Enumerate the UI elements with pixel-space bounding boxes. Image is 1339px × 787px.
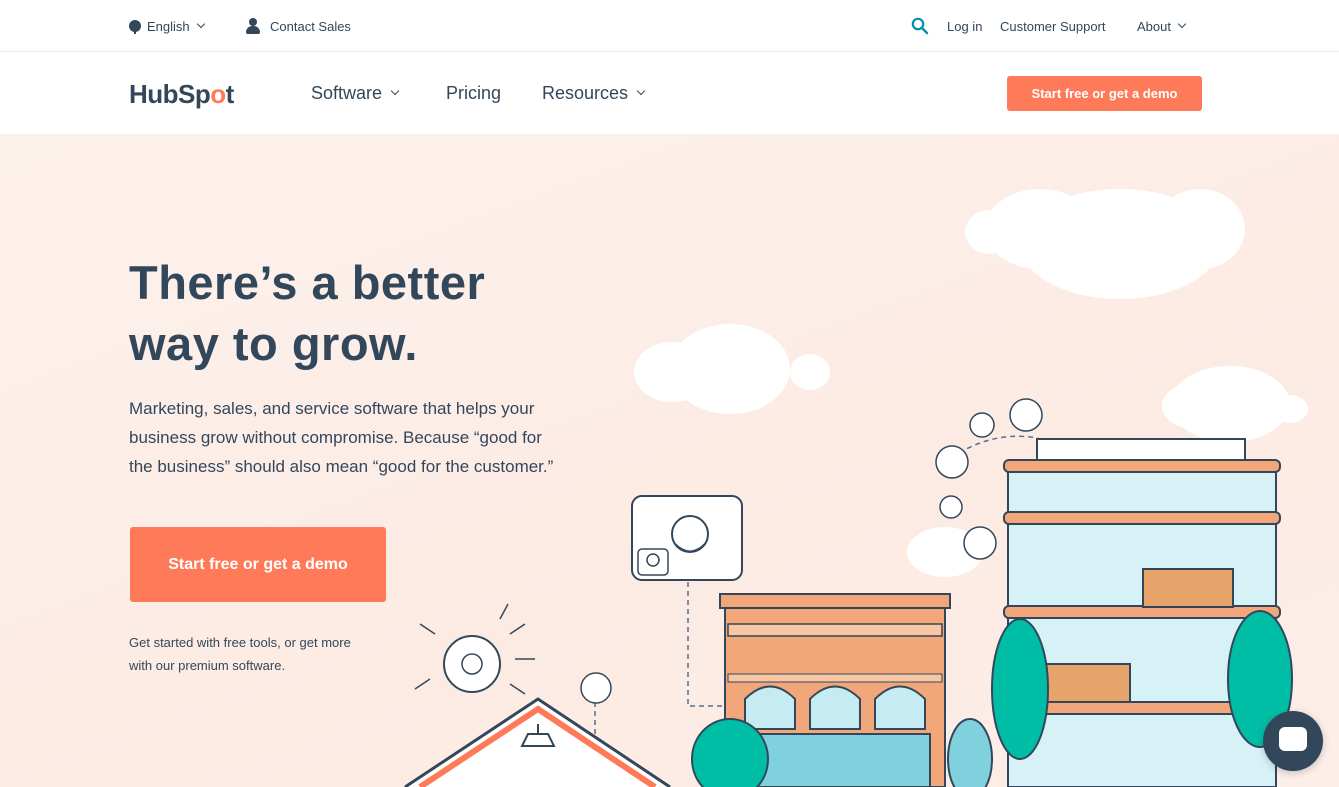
- hero-subtext: Get started with free tools, or get more…: [129, 635, 351, 673]
- chevron-down-icon: [390, 86, 400, 96]
- nav-start-free-button[interactable]: Start free or get a demo: [1007, 76, 1202, 111]
- chevron-down-icon: [636, 86, 646, 96]
- about-label: About: [1137, 18, 1171, 34]
- chat-icon: [1279, 727, 1307, 751]
- chat-launcher-button[interactable]: [1263, 711, 1323, 771]
- person-icon: [246, 18, 260, 34]
- about-menu[interactable]: About: [1137, 0, 1187, 52]
- nav-software[interactable]: Software: [311, 52, 400, 134]
- nav-resources[interactable]: Resources: [542, 52, 646, 134]
- logo-text-end: t: [225, 79, 235, 109]
- glass-tower: [1003, 438, 1281, 787]
- chevron-down-icon: [196, 19, 205, 29]
- contact-sales-link[interactable]: Contact Sales: [246, 0, 351, 52]
- logo-text-start: HubSp: [129, 79, 211, 109]
- hubspot-logo[interactable]: HubSpot: [129, 79, 234, 110]
- contact-sales-label: Contact Sales: [270, 18, 351, 34]
- nav-software-label: Software: [311, 82, 383, 103]
- video-call-card: [631, 495, 743, 581]
- hero-section: There’s a better way to grow. Marketing,…: [0, 134, 1339, 787]
- customer-support-link[interactable]: Customer Support: [1000, 0, 1106, 52]
- utility-bar: English Contact Sales Log in Customer Su…: [0, 0, 1339, 52]
- language-label: English: [147, 18, 190, 34]
- house-building: [404, 697, 671, 787]
- globe-icon: [129, 20, 141, 34]
- nav-resources-label: Resources: [542, 82, 629, 103]
- nav-pricing[interactable]: Pricing: [446, 52, 501, 134]
- search-icon: [911, 17, 929, 35]
- lightbulb-icon: [414, 603, 535, 695]
- hero-title-line-2: way to grow.: [129, 317, 418, 370]
- main-navigation: HubSpot Software Pricing Resources Start…: [0, 52, 1339, 134]
- logo-sprocket: o: [210, 79, 226, 109]
- search-button[interactable]: [911, 0, 929, 52]
- hero-start-free-button[interactable]: Start free or get a demo: [130, 527, 386, 602]
- login-link[interactable]: Log in: [947, 0, 982, 52]
- chevron-down-icon: [1177, 19, 1187, 29]
- language-selector[interactable]: English: [129, 0, 205, 52]
- hero-illustration: [404, 189, 1308, 787]
